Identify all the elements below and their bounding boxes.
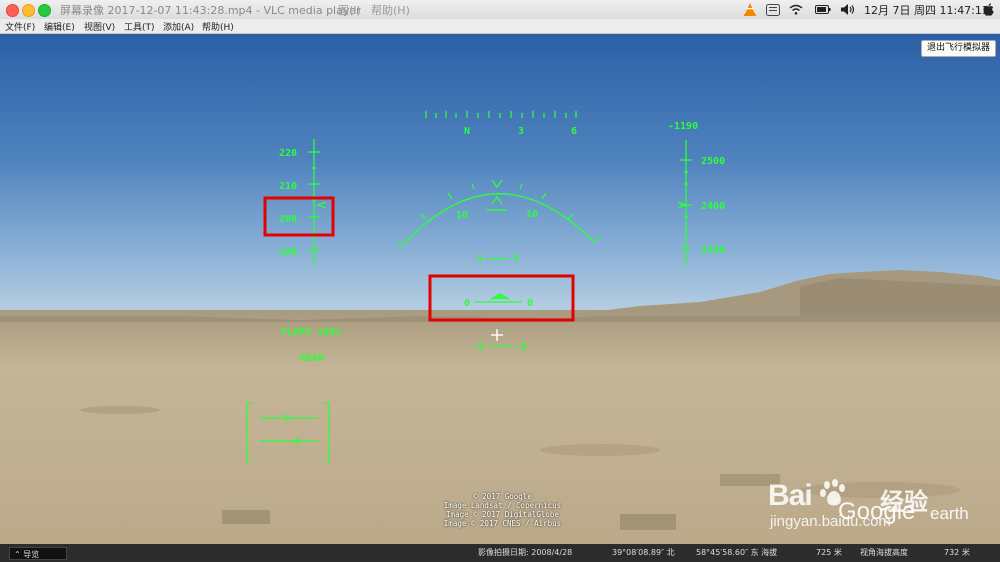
airspeed-tape	[308, 139, 327, 266]
speed-label-210: 210	[279, 181, 297, 192]
input-method-icon[interactable]	[766, 1, 780, 18]
speed-label-190: 190	[279, 247, 297, 258]
hud-overlay: N 3 6 220 210 200 190 -1190 2500 2400 23…	[246, 111, 725, 462]
menu-tools[interactable]: 工具(T)	[124, 20, 155, 33]
latitude: 39°08′08.89″ 北	[612, 548, 675, 557]
exit-flight-simulator-button[interactable]: 退出飞行模拟器	[921, 40, 997, 57]
zoom-window-button[interactable]	[38, 4, 51, 17]
altitude-label-2500: 2500	[701, 156, 725, 167]
heading-label-6: 6	[571, 126, 577, 137]
heading-tape	[425, 111, 577, 118]
clock[interactable]: 12月 7日 周四 11:47:13	[864, 1, 989, 18]
pitch-label-0-right: 0	[527, 298, 533, 309]
volume-icon[interactable]	[841, 1, 855, 18]
earth-logo: earth	[930, 504, 969, 523]
heading-label-n: N	[464, 126, 470, 137]
menu-file[interactable]: 文件(F)	[5, 20, 35, 33]
flaps-indicator: FLAPS 100%	[281, 327, 341, 338]
hidden-menu-view[interactable]: 图(I)	[338, 2, 361, 18]
eye-altitude-label: 视角海拔高度	[860, 548, 908, 557]
pitch-ladder	[475, 258, 522, 347]
app-menubar: 文件(F) 编辑(E) 视图(V) 工具(T) 添加(A) 帮助(H)	[0, 19, 1000, 34]
altitude-label-2300: 2300	[701, 245, 725, 256]
speed-label-200: 200	[279, 214, 297, 225]
hidden-menu-help[interactable]: 帮助(H)	[371, 2, 410, 18]
pitch-label-5-left: 5	[477, 254, 483, 265]
baidu-watermark-logo: Bai	[768, 479, 849, 517]
menu-view[interactable]: 视图(V)	[84, 20, 115, 33]
altitude-label-2400: 2400	[701, 201, 725, 212]
close-window-button[interactable]	[6, 4, 19, 17]
window-titlebar: 屏幕录像 2017-12-07 11:43:28.mp4 - VLC media…	[0, 0, 1000, 20]
navigation-label: 导览	[23, 550, 40, 559]
altitude-readout: -1190	[668, 121, 698, 132]
minimize-window-button[interactable]	[22, 4, 35, 17]
gear-indicator: GEAR	[300, 353, 325, 364]
imagery-date: 影像拍摄日期: 2008/4/28	[478, 548, 573, 557]
flight-simulator-view[interactable]: N 3 6 220 210 200 190 -1190 2500 2400 23…	[0, 34, 1000, 544]
navigation-toggle-button[interactable]: ⌃ 导览	[9, 547, 67, 560]
pitch-label-minus5-left: -5	[472, 342, 484, 353]
menu-help[interactable]: 帮助(H)	[202, 20, 234, 33]
altitude-tape	[677, 140, 692, 266]
throttle-trim-indicator	[246, 402, 330, 462]
eye-altitude: 732 米	[944, 548, 970, 557]
aircraft-crosshair	[491, 329, 503, 341]
wifi-icon[interactable]	[789, 1, 803, 18]
pitch-label-minus5-right: -5	[515, 342, 527, 353]
longitude: 58°45′58.60″ 东 海拔	[696, 548, 778, 557]
apple-logo-icon[interactable]	[983, 1, 994, 18]
heading-label-3: 3	[518, 126, 524, 137]
credit-line: Image © 2017 DigitalGlobe	[446, 510, 559, 519]
pitch-label-10-left: 10	[456, 210, 468, 221]
imagery-credits: © 2017 Google Image Landsat / Copernicus…	[420, 492, 585, 528]
battery-icon[interactable]	[815, 1, 831, 18]
chevron-up-icon: ⌃	[14, 550, 21, 559]
menu-edit[interactable]: 编辑(E)	[44, 20, 75, 33]
elevation: 725 米	[816, 548, 842, 557]
flight-path-marker	[490, 293, 510, 299]
pitch-label-10-right: 10	[526, 209, 538, 220]
credit-line: Image © 2017 CNES / Airbus	[443, 519, 562, 528]
google-logo: Google	[838, 498, 916, 525]
vlc-icon[interactable]	[744, 1, 756, 18]
pitch-label-5-right: 5	[513, 254, 519, 265]
pitch-label-0-left: 0	[464, 298, 470, 309]
credit-line: Image Landsat / Copernicus	[443, 501, 562, 510]
speed-label-220: 220	[279, 148, 297, 159]
credit-line: © 2017 Google	[473, 492, 532, 501]
bank-angle-arc	[396, 179, 601, 246]
window-title: 屏幕录像 2017-12-07 11:43:28.mp4 - VLC media…	[60, 4, 361, 17]
menu-add[interactable]: 添加(A)	[163, 20, 194, 33]
status-bar: ⌃ 导览 影像拍摄日期: 2008/4/28 39°08′08.89″ 北 58…	[0, 544, 1000, 562]
